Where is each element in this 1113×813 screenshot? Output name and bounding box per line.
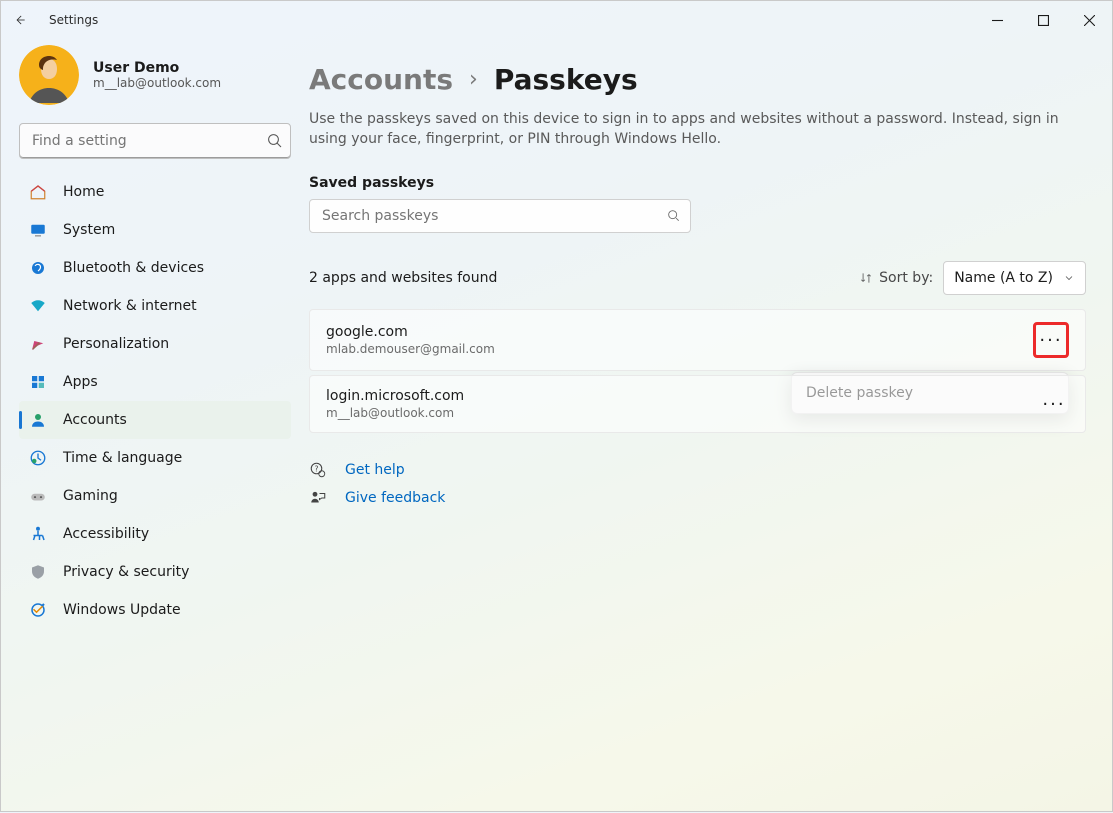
sidebar-item-privacy-security[interactable]: Privacy & security (19, 553, 291, 591)
more-options-button[interactable]: ··· (1033, 322, 1069, 358)
sort-select[interactable]: Name (A to Z) (943, 261, 1086, 295)
maximize-icon (1038, 15, 1049, 26)
sidebar-search[interactable] (19, 123, 291, 159)
chevron-right-icon: › (469, 67, 478, 92)
nav-icon (29, 563, 47, 581)
maximize-button[interactable] (1020, 4, 1066, 36)
nav-icon (29, 487, 47, 505)
sidebar-item-personalization[interactable]: Personalization (19, 325, 291, 363)
nav-icon (29, 525, 47, 543)
help-icon: ? (309, 461, 327, 479)
close-icon (1084, 15, 1095, 26)
search-icon (666, 208, 682, 224)
saved-passkeys-label: Saved passkeys (309, 175, 1086, 191)
sidebar-item-windows-update[interactable]: Windows Update (19, 591, 291, 629)
sidebar-nav: Home System Bluetooth & devices Network & i… (19, 173, 291, 629)
page-description: Use the passkeys saved on this device to… (309, 100, 1086, 157)
sidebar-item-home[interactable]: Home (19, 173, 291, 211)
sort-by-label: Sort by: (859, 270, 933, 286)
sidebar-item-label: Gaming (63, 488, 118, 504)
nav-icon (29, 335, 47, 353)
sidebar-item-label: Bluetooth & devices (63, 260, 204, 276)
result-count: 2 apps and websites found (309, 270, 497, 286)
sidebar-item-apps[interactable]: Apps (19, 363, 291, 401)
nav-icon (29, 221, 47, 239)
sidebar-item-label: Apps (63, 374, 98, 390)
feedback-icon (309, 489, 327, 507)
minimize-icon (992, 15, 1003, 26)
sidebar-item-label: Windows Update (63, 602, 181, 618)
passkey-account: mlab.demouser@gmail.com (326, 342, 1033, 356)
passkey-card: google.commlab.demouser@gmail.com···Dele… (309, 309, 1086, 371)
nav-icon (29, 183, 47, 201)
get-help-link[interactable]: ? Get help (309, 461, 1086, 479)
svg-text:?: ? (315, 465, 319, 474)
sidebar-search-input[interactable] (30, 132, 266, 150)
avatar (19, 45, 79, 105)
sidebar-item-time-language[interactable]: Time & language (19, 439, 291, 477)
user-header[interactable]: User Demo m__lab@outlook.com (19, 39, 291, 123)
passkey-search-input[interactable] (320, 207, 666, 225)
nav-icon (29, 601, 47, 619)
arrow-left-icon (13, 13, 27, 27)
sidebar-item-system[interactable]: System (19, 211, 291, 249)
sidebar-item-network-internet[interactable]: Network & internet (19, 287, 291, 325)
back-button[interactable] (1, 1, 39, 39)
sidebar: User Demo m__lab@outlook.com Home System B… (1, 39, 301, 813)
passkey-account: m__lab@outlook.com (326, 406, 1039, 420)
breadcrumb-parent[interactable]: Accounts (309, 63, 453, 96)
sidebar-item-accounts[interactable]: Accounts (19, 401, 291, 439)
nav-icon (29, 297, 47, 315)
passkey-site: google.com (326, 324, 1033, 340)
sidebar-item-label: Time & language (63, 450, 182, 466)
passkey-site: login.microsoft.com (326, 388, 1039, 404)
search-icon (266, 132, 284, 150)
sidebar-item-label: Home (63, 184, 104, 200)
sidebar-item-label: Accessibility (63, 526, 149, 542)
user-email: m__lab@outlook.com (93, 76, 221, 90)
nav-icon (29, 259, 47, 277)
sidebar-item-accessibility[interactable]: Accessibility (19, 515, 291, 553)
passkey-card: login.microsoft.com m__lab@outlook.com··· (309, 375, 1086, 433)
breadcrumb: Accounts › Passkeys (309, 39, 1086, 100)
titlebar: Settings (1, 1, 1112, 39)
chevron-down-icon (1063, 272, 1075, 284)
sidebar-item-label: Network & internet (63, 298, 197, 314)
passkey-list: google.commlab.demouser@gmail.com···Dele… (309, 309, 1086, 433)
breadcrumb-current: Passkeys (494, 63, 638, 96)
sidebar-item-gaming[interactable]: Gaming (19, 477, 291, 515)
sidebar-item-label: Accounts (63, 412, 127, 428)
give-feedback-link[interactable]: Give feedback (309, 489, 1086, 507)
more-options-button[interactable]: ··· (1039, 389, 1069, 419)
sort-select-value: Name (A to Z) (954, 270, 1053, 286)
sidebar-item-bluetooth-devices[interactable]: Bluetooth & devices (19, 249, 291, 287)
sort-icon (859, 271, 873, 285)
content: Accounts › Passkeys Use the passkeys sav… (301, 39, 1112, 813)
sidebar-item-label: Privacy & security (63, 564, 189, 580)
sidebar-item-label: Personalization (63, 336, 169, 352)
user-name: User Demo (93, 60, 221, 76)
sidebar-item-label: System (63, 222, 115, 238)
passkey-search[interactable] (309, 199, 691, 233)
minimize-button[interactable] (974, 4, 1020, 36)
nav-icon (29, 411, 47, 429)
nav-icon (29, 449, 47, 467)
close-button[interactable] (1066, 4, 1112, 36)
nav-icon (29, 373, 47, 391)
window-title: Settings (49, 13, 98, 27)
